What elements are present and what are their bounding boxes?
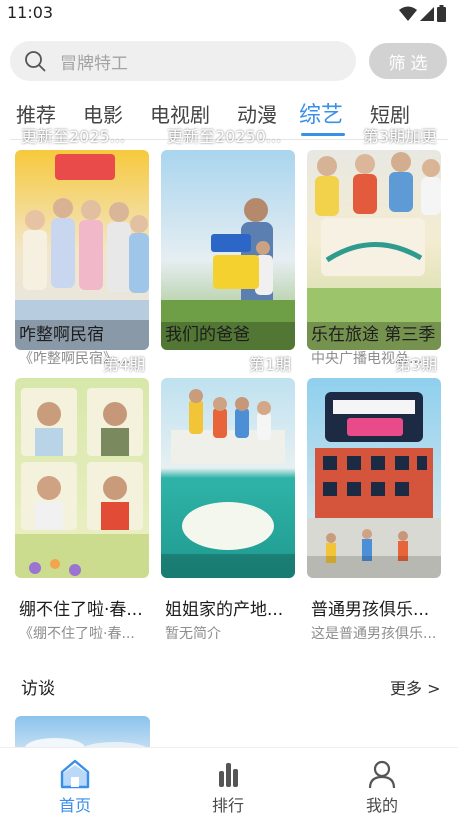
card-title: 绷不住了啦·春... [19,600,143,620]
tab-variety[interactable]: 综艺 [299,97,343,129]
poster-image [15,378,149,578]
card-description: 这是普通男孩俱乐... [311,626,437,642]
card-title: 咋整啊民宿 [19,325,104,345]
episode-badge: 第3期加更 [362,127,437,146]
card-title: 普通男孩俱乐... [311,600,430,620]
card-title: 我们的爸爸 [165,325,250,345]
poster-image [161,378,295,578]
nav-profile[interactable]: 我的 [342,748,422,820]
search-input[interactable]: 冒牌特工 [10,41,356,81]
active-tab-indicator [301,133,345,136]
episode-badge: 第3期 [394,355,437,374]
filter-button[interactable]: 筛选 [369,43,447,79]
home-icon [60,759,90,789]
search-icon [25,51,46,72]
signal-icon [420,6,434,21]
more-link[interactable]: 更多 > [390,675,441,699]
nav-label: 首页 [58,796,91,815]
battery-icon [437,5,446,22]
nav-label: 我的 [365,796,398,815]
nav-home[interactable]: 首页 [35,748,115,820]
bottom-navigation: 首页 排行 我的 [0,747,458,820]
status-bar: 11:03 [0,0,458,26]
status-time: 11:03 [7,3,54,22]
status-icons [399,5,446,22]
episode-badge: 更新至2025... [21,127,125,146]
profile-icon [368,760,396,789]
wifi-icon [399,6,417,21]
card-description: 暂无简介 [165,626,221,642]
ranking-icon [219,763,238,787]
episode-badge: 第1期 [248,355,291,374]
nav-label: 排行 [211,796,244,815]
card-description: 《绷不住了啦·春... [19,626,135,642]
card-title: 乐在旅途 第三季 [311,325,436,345]
card-title: 姐姐家的产地... [165,600,284,620]
section-title: 访谈 [21,679,55,699]
search-placeholder: 冒牌特工 [60,53,128,74]
episode-badge: 第4期 [102,355,145,374]
nav-ranking[interactable]: 排行 [188,748,268,820]
episode-badge: 更新至20250... [167,127,282,146]
poster-image [307,378,441,578]
